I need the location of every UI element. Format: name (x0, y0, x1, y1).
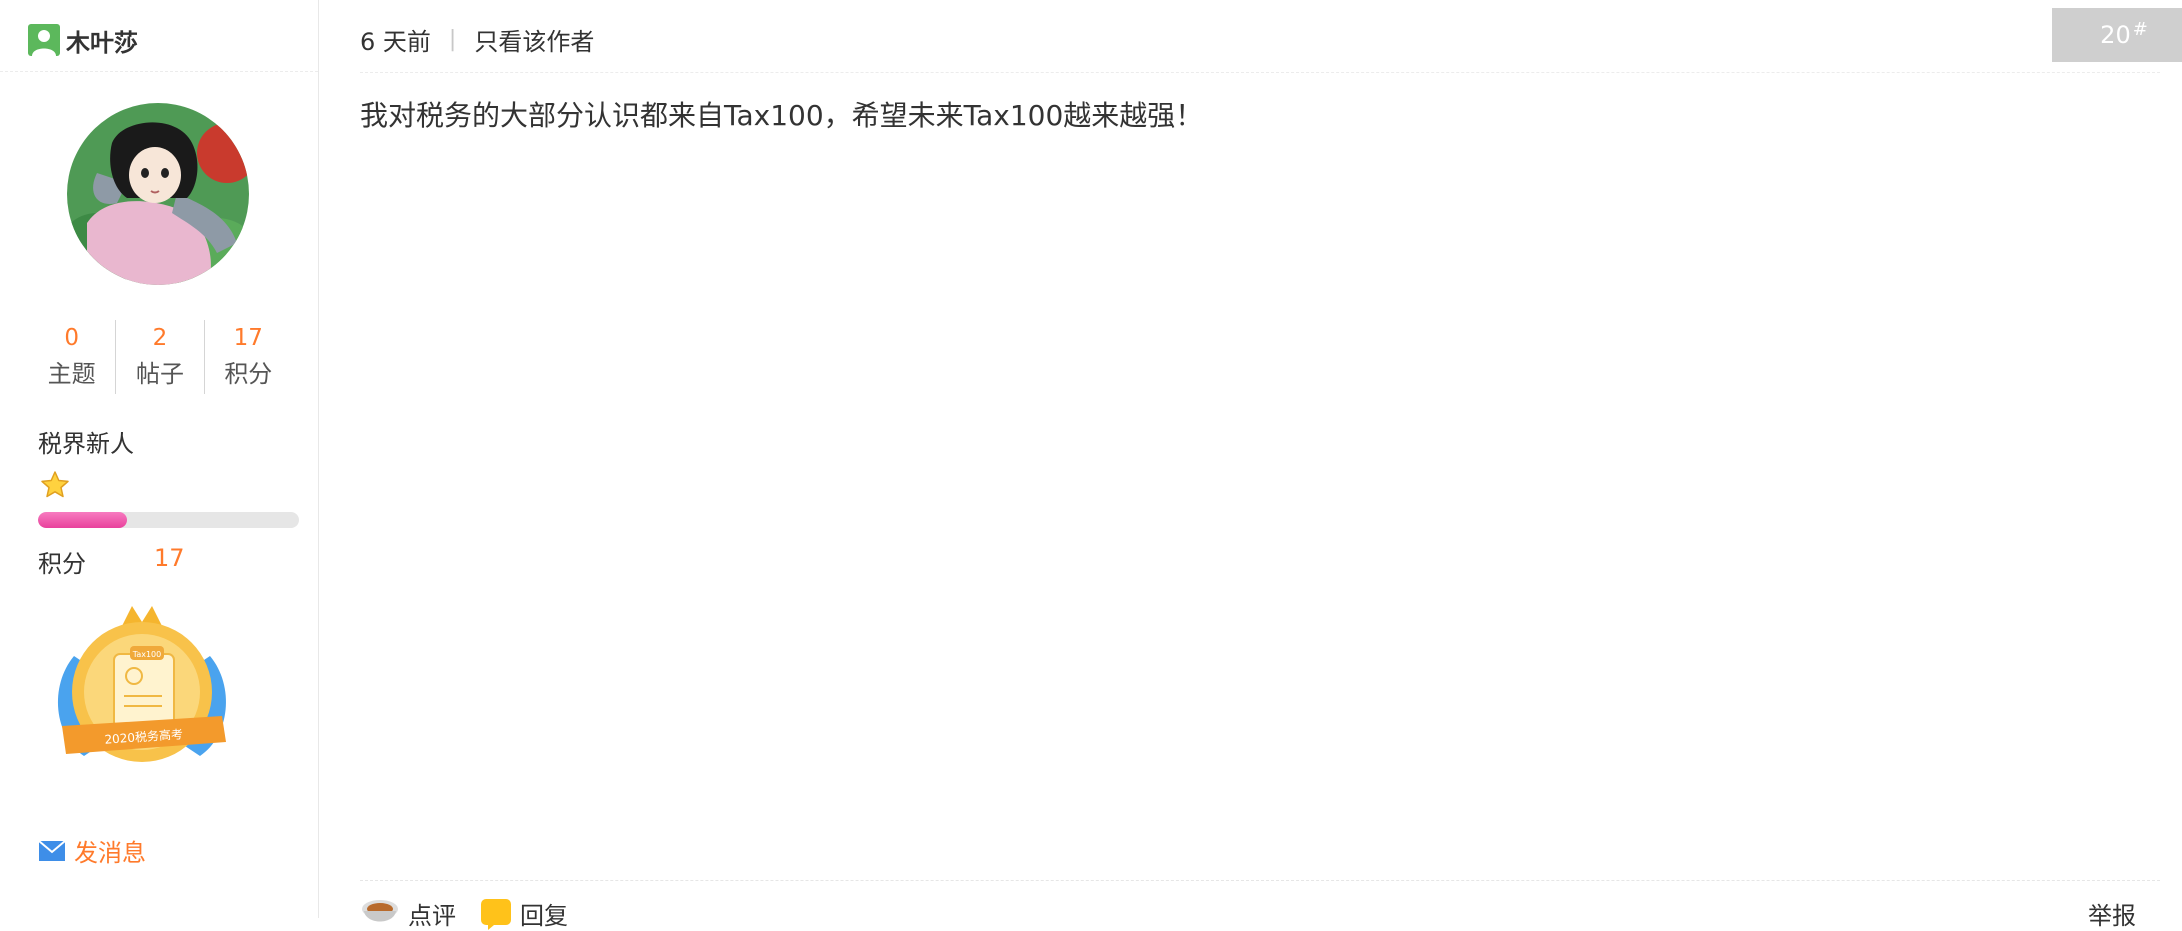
comment-label: 点评 (408, 902, 456, 930)
floor-number-badge[interactable]: 20 # (2052, 8, 2182, 62)
send-message-link[interactable]: 发消息 (38, 833, 146, 868)
medal-tag-text: Tax100 (132, 650, 161, 659)
coffee-cup-icon (362, 899, 398, 921)
view-author-only-link[interactable]: 只看该作者 (474, 22, 594, 57)
post-meta: 6 天前 | 只看该作者 (360, 22, 594, 57)
star-icon (41, 471, 69, 498)
post-actions: 点评 回复 举报 (360, 896, 2160, 930)
author-name[interactable]: 木叶莎 (66, 23, 138, 58)
points-value: 17 (154, 544, 185, 572)
comment-button[interactable]: 点评 (360, 896, 456, 931)
mail-icon (38, 839, 66, 861)
divider (0, 71, 318, 72)
stat-value: 2 (152, 325, 168, 351)
author-profile-link[interactable]: 木叶莎 (28, 20, 138, 60)
stat-label: 主题 (47, 360, 96, 388)
rank-title[interactable]: 税界新人 (38, 424, 134, 459)
floor-number: 20 (2100, 21, 2131, 49)
divider (360, 880, 2160, 881)
stat-label: 积分 (224, 360, 273, 388)
author-stats: 0 主题 2 帖子 17 积分 (28, 320, 292, 394)
floor-suffix: # (2132, 18, 2148, 40)
reply-button[interactable]: 回复 (480, 896, 568, 931)
report-label: 举报 (2088, 902, 2136, 930)
user-icon (28, 24, 60, 56)
points-row: 积分 17 (38, 544, 185, 579)
post-main: 6 天前 | 只看该作者 20 # 我对税务的大部分认识都来自Tax100，希望未… (360, 0, 2182, 930)
stat-points[interactable]: 17 积分 (203, 320, 292, 394)
report-button[interactable]: 举报 (2088, 896, 2136, 931)
stat-value: 0 (64, 325, 79, 351)
rank-progress-bar (38, 512, 299, 528)
avatar[interactable] (67, 103, 249, 285)
stat-topics[interactable]: 0 主题 (28, 320, 115, 394)
send-message-label: 发消息 (74, 839, 146, 867)
stat-label: 帖子 (135, 360, 184, 388)
meta-separator: | (448, 27, 457, 52)
points-label: 积分 (38, 550, 86, 578)
reply-icon (481, 898, 511, 930)
medal-badge[interactable]: Tax100 2020税务高考 (44, 596, 240, 782)
stat-posts[interactable]: 2 帖子 (115, 320, 203, 394)
post-time: 6 天前 (360, 28, 431, 56)
author-sidebar: 木叶莎 0 主题 2 帖子 17 积分 税界新人 积分 17 Tax100 20… (0, 0, 319, 918)
divider (360, 72, 2160, 73)
stat-value: 17 (233, 325, 263, 351)
rank-progress-fill (38, 512, 127, 528)
post-content: 我对税务的大部分认识都来自Tax100，希望未来Tax100越来越强！ (360, 99, 1204, 132)
reply-label: 回复 (520, 902, 568, 930)
forum-post: 木叶莎 0 主题 2 帖子 17 积分 税界新人 积分 17 Tax100 20… (0, 0, 2182, 930)
